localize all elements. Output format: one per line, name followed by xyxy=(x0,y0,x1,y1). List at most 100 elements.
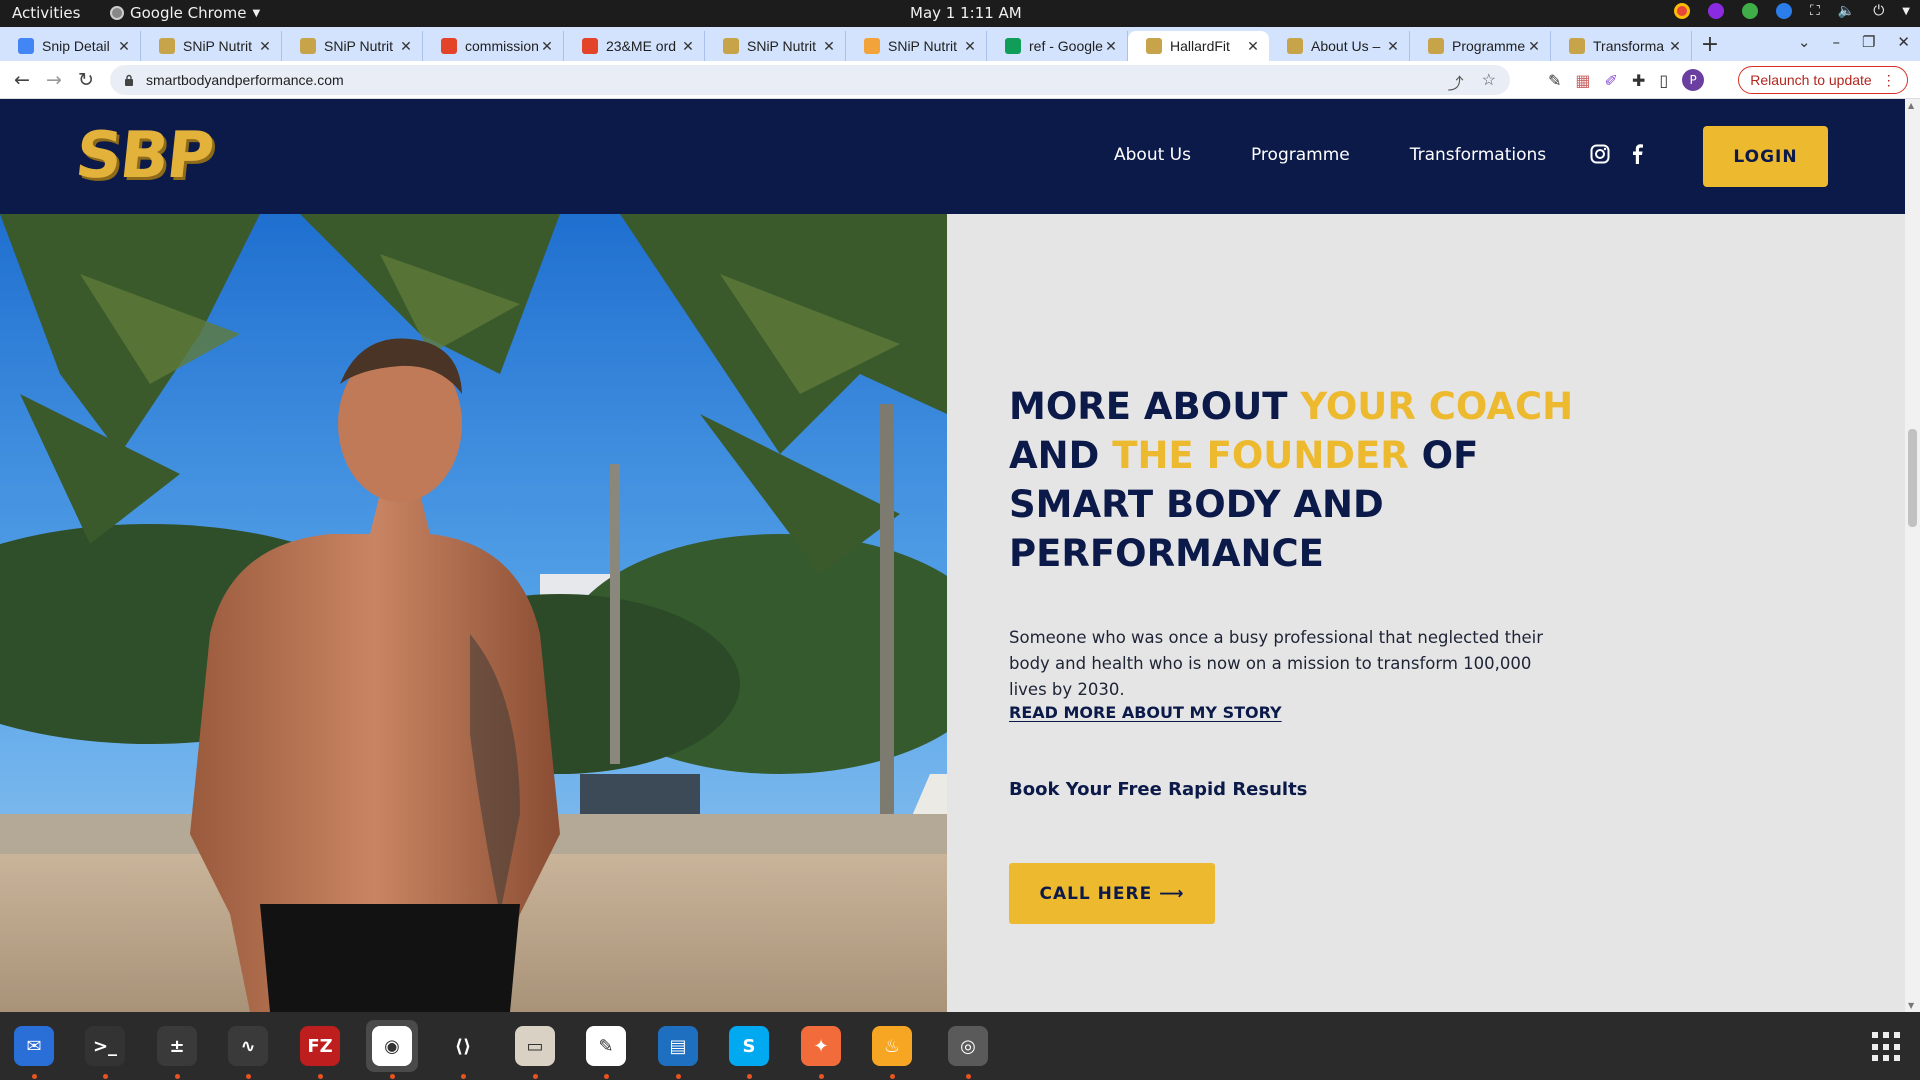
dock-thunderbird-icon[interactable]: ✉ xyxy=(8,1020,60,1079)
tab-close-icon[interactable]: ✕ xyxy=(1526,38,1542,55)
address-bar[interactable]: smartbodyandperformance.com ⤴ ☆ xyxy=(110,65,1510,95)
tab-close-icon[interactable]: ✕ xyxy=(1245,38,1261,55)
facebook-icon[interactable] xyxy=(1630,144,1644,164)
headline-accent-the-founder: THE FOUNDER xyxy=(1112,434,1409,477)
tab-close-icon[interactable]: ✕ xyxy=(257,38,273,55)
page-viewport: SBP About Us Programme Transformations L… xyxy=(0,99,1905,1012)
nav-transformations[interactable]: Transformations xyxy=(1410,145,1546,165)
tab-favicon-icon xyxy=(1005,38,1021,54)
dock-text-editor-icon[interactable]: ✎ xyxy=(580,1020,632,1079)
relaunch-update-button[interactable]: Relaunch to update ⋮ xyxy=(1738,66,1908,94)
running-indicator xyxy=(174,1074,180,1079)
dock-chrome-icon[interactable]: ◉ xyxy=(366,1020,418,1079)
dock-vscode-icon[interactable]: ⟨⟩ xyxy=(437,1020,489,1079)
network-icon[interactable]: ⛶ xyxy=(1810,3,1820,19)
power-icon[interactable]: ⏻ xyxy=(1873,3,1884,19)
page-scrollbar[interactable]: ▲ ▼ xyxy=(1905,99,1920,1012)
activities-button[interactable]: Activities xyxy=(12,4,80,22)
dock-terminal-icon[interactable]: >_ xyxy=(79,1020,131,1079)
tab-title: SNiP Nutrit xyxy=(324,38,393,54)
eyedropper-icon[interactable]: ✎ xyxy=(1548,71,1561,90)
tab-close-icon[interactable]: ✕ xyxy=(1385,38,1401,55)
tab-close-icon[interactable]: ✕ xyxy=(962,38,978,55)
tray-sync-icon[interactable] xyxy=(1741,3,1758,19)
login-button[interactable]: LOGIN xyxy=(1703,126,1828,187)
dock-skype-icon[interactable]: S xyxy=(723,1020,775,1079)
dock-calculator-icon[interactable]: ± xyxy=(151,1020,203,1079)
tray-app-icon[interactable] xyxy=(1707,3,1724,19)
browser-tab[interactable]: Snip Detail ✕ xyxy=(0,31,141,61)
clock[interactable]: May 1 1:11 AM xyxy=(910,4,1022,22)
tray-x-icon[interactable] xyxy=(1775,3,1792,19)
scrollbar-thumb[interactable] xyxy=(1908,429,1917,527)
browser-tab[interactable]: About Us – ✕ xyxy=(1269,31,1410,61)
close-window-icon[interactable]: ✕ xyxy=(1897,33,1910,51)
tab-search-icon[interactable]: ⌄ xyxy=(1798,33,1811,51)
bookmark-star-icon[interactable]: ☆ xyxy=(1482,70,1496,94)
text-editor-glyph: ✎ xyxy=(586,1026,626,1066)
nav-programme[interactable]: Programme xyxy=(1251,145,1350,165)
read-more-link[interactable]: READ MORE ABOUT MY STORY xyxy=(1009,703,1282,722)
system-tray[interactable]: ⛶ 🔈 ⏻ ▼ xyxy=(1673,3,1910,19)
browser-tab[interactable]: SNiP Nutrit ✕ xyxy=(282,31,423,61)
app-menu[interactable]: Google Chrome ▼ xyxy=(110,4,260,22)
tab-close-icon[interactable]: ✕ xyxy=(1667,38,1683,55)
forward-arrow-icon[interactable]: → xyxy=(38,69,70,91)
lock-icon xyxy=(125,74,133,86)
side-panel-icon[interactable]: ▯ xyxy=(1659,71,1668,90)
tab-close-icon[interactable]: ✕ xyxy=(116,38,132,55)
section-headline: MORE ABOUT YOUR COACH AND THE FOUNDER OF… xyxy=(1009,382,1589,578)
dock-postman-icon[interactable]: ✦ xyxy=(795,1020,847,1079)
browser-tab[interactable]: SNiP Nutrit ✕ xyxy=(141,31,282,61)
browser-tab[interactable]: SNiP Nutrit ✕ xyxy=(846,31,987,61)
new-tab-button[interactable]: + xyxy=(1692,31,1728,61)
dock-firefly-icon[interactable]: ♨ xyxy=(866,1020,918,1079)
call-here-button[interactable]: CALL HERE ⟶ xyxy=(1009,863,1215,924)
tab-favicon-icon xyxy=(159,38,175,54)
share-icon[interactable]: ⤴ xyxy=(1448,70,1464,94)
browser-tab[interactable]: Transforma ✕ xyxy=(1551,31,1692,61)
browser-tab[interactable]: SNiP Nutrit ✕ xyxy=(705,31,846,61)
tab-close-icon[interactable]: ✕ xyxy=(680,38,696,55)
dock-disk-icon[interactable]: ◎ xyxy=(942,1020,994,1079)
tab-favicon-icon xyxy=(300,38,316,54)
restore-icon[interactable]: ❐ xyxy=(1862,33,1875,51)
tab-close-icon[interactable]: ✕ xyxy=(821,38,837,55)
show-apps-grid-icon[interactable] xyxy=(1872,1032,1902,1062)
running-indicator xyxy=(317,1074,323,1079)
volume-icon[interactable]: 🔈 xyxy=(1838,3,1855,19)
extensions-puzzle-icon[interactable]: ✚ xyxy=(1632,71,1645,90)
scroll-down-arrow-icon[interactable]: ▼ xyxy=(1908,1001,1914,1010)
back-arrow-icon[interactable]: ← xyxy=(6,69,38,91)
running-indicator xyxy=(102,1074,108,1079)
profile-avatar[interactable]: P xyxy=(1682,69,1705,91)
browser-tab[interactable]: HallardFit ✕ xyxy=(1128,31,1269,61)
tab-title: SNiP Nutrit xyxy=(183,38,252,54)
tab-title: Programme xyxy=(1452,38,1526,54)
nav-about-us[interactable]: About Us xyxy=(1114,145,1191,165)
tab-title: SNiP Nutrit xyxy=(888,38,957,54)
calendar-extension-icon[interactable]: ▦ xyxy=(1575,71,1590,90)
chrome-tray-icon[interactable] xyxy=(1673,3,1690,19)
sbp-logo[interactable]: SBP xyxy=(72,119,216,193)
app-menu-label: Google Chrome xyxy=(130,4,247,22)
dock-filezilla-icon[interactable]: FZ xyxy=(294,1020,346,1079)
pen-extension-icon[interactable]: ✐ xyxy=(1605,71,1618,90)
tab-close-icon[interactable]: ✕ xyxy=(539,38,555,55)
instagram-icon[interactable] xyxy=(1590,144,1610,164)
tab-close-icon[interactable]: ✕ xyxy=(1103,38,1119,55)
tab-close-icon[interactable]: ✕ xyxy=(398,38,414,55)
minimize-icon[interactable]: – xyxy=(1832,33,1840,51)
browser-tab[interactable]: 23&ME ord ✕ xyxy=(564,31,705,61)
scroll-up-arrow-icon[interactable]: ▲ xyxy=(1908,101,1914,110)
browser-tab[interactable]: Programme ✕ xyxy=(1410,31,1551,61)
dock-system-monitor-icon[interactable]: ∿ xyxy=(222,1020,274,1079)
tab-title: Transforma xyxy=(1593,38,1665,54)
browser-tab[interactable]: ref - Google ✕ xyxy=(987,31,1128,61)
dock-files-icon[interactable]: ▭ xyxy=(509,1020,561,1079)
reload-icon[interactable]: ↻ xyxy=(70,69,102,91)
browser-tab[interactable]: commission ✕ xyxy=(423,31,564,61)
caret-down-icon[interactable]: ▼ xyxy=(1902,6,1910,17)
dock-writer-icon[interactable]: ▤ xyxy=(652,1020,704,1079)
more-vert-icon[interactable]: ⋮ xyxy=(1882,72,1896,89)
